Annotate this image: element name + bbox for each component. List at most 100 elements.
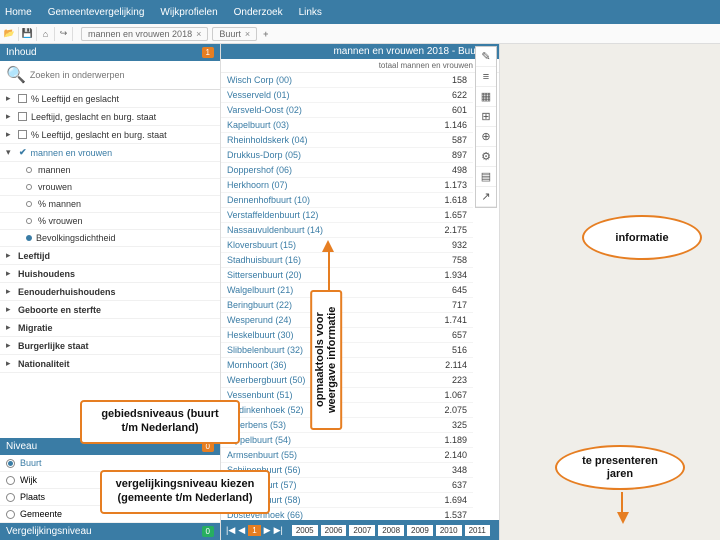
year-button[interactable]: 1 [248,525,260,536]
tree-item[interactable]: ▸Huishoudens [0,265,220,283]
nav-onderzoek[interactable]: Onderzoek [234,7,283,18]
expand-icon[interactable]: ▸ [6,250,14,261]
close-icon[interactable]: × [245,29,250,39]
data-row[interactable]: Walgelbuurt (21)645 [221,283,473,298]
nav-wijkprofielen[interactable]: Wijkprofielen [160,7,217,18]
share-icon[interactable]: ↪ [59,27,73,41]
checkbox-icon[interactable] [18,112,27,121]
tree-item[interactable]: % vrouwen [0,213,220,230]
expand-icon[interactable]: ▸ [6,358,14,369]
data-row[interactable]: Drukkus-Dorp (05)897 [221,148,473,163]
data-row[interactable]: Wisch Corp (00)158 [221,73,473,88]
tree-item[interactable]: ▸Geboorte en sterfte [0,301,220,319]
data-row[interactable]: Varsveld-Oost (02)601 [221,103,473,118]
display-tool-6[interactable]: ▤ [476,167,496,187]
open-icon[interactable]: 📂 [5,27,19,41]
breadcrumb-topic[interactable]: mannen en vrouwen 2018 × [81,27,208,41]
tree-item[interactable]: ▸Leeftijd, geslacht en burg. staat [0,108,220,126]
data-row[interactable]: Heskelbuurt (30)657 [221,328,473,343]
data-row[interactable]: Nassauvuldenbuurt (14)2.175 [221,223,473,238]
tree-item[interactable]: Bevolkingsdichtheid [0,230,220,247]
radio-icon[interactable] [6,459,15,468]
data-row[interactable]: Kapelbuurt (03)1.146 [221,118,473,133]
display-tool-0[interactable]: ✎ [476,47,496,67]
close-icon[interactable]: × [196,29,201,39]
radio-icon[interactable] [6,493,15,502]
data-row[interactable]: Dennenhofbuurt (10)1.618 [221,193,473,208]
data-row[interactable]: Beringbuurt (22)717 [221,298,473,313]
year-option[interactable]: 2008 [378,525,404,536]
nav-home[interactable]: Home [5,7,32,18]
year-option[interactable]: 2011 [465,525,490,536]
display-tool-1[interactable]: ≡ [476,67,496,87]
data-row[interactable]: Sittersenbuurt (20)1.934 [221,268,473,283]
data-row[interactable]: Weerbergbuurt (50)223 [221,373,473,388]
expand-icon[interactable]: ▾ [6,147,14,158]
year-option[interactable]: 2007 [349,525,375,536]
tree-item[interactable]: % mannen [0,196,220,213]
data-row[interactable]: Beierbens (53)325 [221,418,473,433]
tree-item[interactable]: ▸Leeftijd [0,247,220,265]
radio-icon[interactable] [6,476,15,485]
save-icon[interactable]: 💾 [23,27,37,41]
tree-item[interactable]: ▸% Leeftijd en geslacht [0,90,220,108]
expand-icon[interactable]: ▸ [6,268,14,279]
tree-item[interactable]: vrouwen [0,179,220,196]
data-row[interactable]: Armsenbuurt (55)2.140 [221,448,473,463]
data-row[interactable]: Doppershof (06)498 [221,163,473,178]
data-row[interactable]: Gudinkenhoek (52)2.075 [221,403,473,418]
prev-year-icon[interactable]: ◀ [238,525,245,536]
nav-gemeentevergelijking[interactable]: Gemeentevergelijking [48,7,145,18]
display-tool-7[interactable]: ↗ [476,187,496,207]
data-row[interactable]: Wesperund (24)1.741 [221,313,473,328]
row-name: Kloversbuurt (15) [227,240,296,250]
display-tool-4[interactable]: ⊕ [476,127,496,147]
year-option[interactable]: 2009 [407,525,433,536]
data-row[interactable]: Slibbelenbuurt (32)516 [221,343,473,358]
data-row[interactable]: Vesserveld (01)622 [221,88,473,103]
row-value: 622 [427,90,467,100]
tree-item[interactable]: ▸Burgerlijke staat [0,337,220,355]
expand-icon[interactable]: ▸ [6,111,14,122]
radio-icon[interactable] [6,510,15,519]
display-tool-5[interactable]: ⚙ [476,147,496,167]
data-row[interactable]: Herkhoorn (07)1.173 [221,178,473,193]
checkbox-icon[interactable] [18,130,27,139]
expand-icon[interactable]: ▸ [6,129,14,140]
tree-item[interactable]: ▸Eenouderhuishoudens [0,283,220,301]
year-option[interactable]: 2006 [321,525,347,536]
breadcrumb-level[interactable]: Buurt × [212,27,257,41]
data-row[interactable]: Mornhoort (36)2.114 [221,358,473,373]
vergelijkingsniveau-header[interactable]: Vergelijkingsniveau 0 [0,523,220,540]
checked-icon[interactable]: ✔ [19,147,27,158]
data-row[interactable]: Sippelbuurt (54)1.189 [221,433,473,448]
next-year-icon[interactable]: ▶ [264,525,271,536]
data-row[interactable]: Verstaffeldenbuurt (12)1.657 [221,208,473,223]
checkbox-icon[interactable] [18,94,27,103]
add-crumb-button[interactable]: + [263,29,268,39]
expand-icon[interactable]: ▸ [6,322,14,333]
row-name: Varsveld-Oost (02) [227,105,302,115]
year-option[interactable]: 2005 [292,525,318,536]
display-tool-3[interactable]: ⊞ [476,107,496,127]
last-year-icon[interactable]: ▶| [274,525,283,536]
home-icon[interactable]: ⌂ [41,27,55,41]
data-row[interactable]: Rheinholdskerk (04)587 [221,133,473,148]
display-tool-2[interactable]: ▦ [476,87,496,107]
data-row[interactable]: Stadhuisbuurt (16)758 [221,253,473,268]
tree-item[interactable]: ▸Migratie [0,319,220,337]
expand-icon[interactable]: ▸ [6,286,14,297]
tree-item[interactable]: ▾✔mannen en vrouwen [0,144,220,162]
tree-item[interactable]: ▸% Leeftijd, geslacht en burg. staat [0,126,220,144]
first-year-icon[interactable]: |◀ [226,525,235,536]
expand-icon[interactable]: ▸ [6,304,14,315]
nav-links[interactable]: Links [299,7,322,18]
expand-icon[interactable]: ▸ [6,340,14,351]
search-input[interactable] [30,70,214,80]
data-row[interactable]: Kloversbuurt (15)932 [221,238,473,253]
data-row[interactable]: Vessenbunt (51)1.067 [221,388,473,403]
tree-item[interactable]: mannen [0,162,220,179]
expand-icon[interactable]: ▸ [6,93,14,104]
year-option[interactable]: 2010 [436,525,462,536]
tree-item[interactable]: ▸Nationaliteit [0,355,220,373]
